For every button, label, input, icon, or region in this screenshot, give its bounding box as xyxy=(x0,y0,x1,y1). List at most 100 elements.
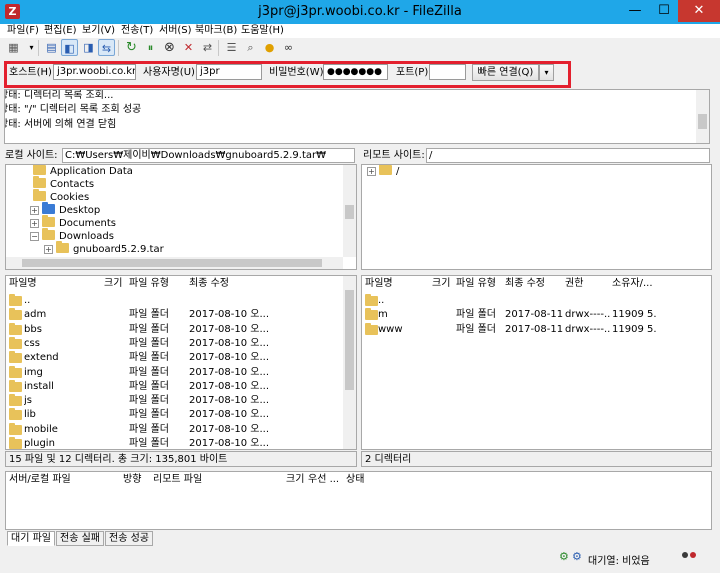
cell-modified: 2017-08-11... xyxy=(505,323,563,335)
remote-path-input[interactable]: / xyxy=(426,148,710,163)
file-row[interactable]: adm 파일 폴더 2017-08-10 오... xyxy=(6,308,356,322)
file-row[interactable]: extend 파일 폴더 2017-08-10 오... xyxy=(6,351,356,365)
column-header-modified[interactable]: 최종 수정 xyxy=(505,276,545,292)
local-list-vscrollbar[interactable] xyxy=(343,276,356,449)
file-row[interactable]: .. xyxy=(362,294,711,308)
toggle-log-icon[interactable]: ▤ xyxy=(43,39,60,56)
site-manager-icon[interactable]: ▦ xyxy=(5,39,22,56)
cell-type: 파일 폴더 xyxy=(129,309,169,321)
maximize-button[interactable]: ☐ xyxy=(650,0,678,22)
disconnect-icon[interactable]: ✕ xyxy=(180,39,197,56)
quickconnect-button[interactable]: 빠른 연결(Q) xyxy=(472,64,539,81)
process-queue-icon[interactable]: ⏸ xyxy=(142,39,159,56)
file-row[interactable]: img 파일 폴더 2017-08-10 오... xyxy=(6,365,356,380)
cell-modified: 2017-08-10 오... xyxy=(189,395,270,407)
queue-column-priority[interactable]: 우선 ... xyxy=(308,472,339,488)
expand-icon[interactable]: + xyxy=(367,167,376,176)
menu-bookmarks[interactable]: 북마크(B) xyxy=(191,24,241,38)
tree-item[interactable]: Application Data xyxy=(33,165,133,178)
refresh-icon[interactable]: ↻ xyxy=(123,39,140,56)
file-row[interactable]: mobile 파일 폴더 2017-08-10 오... xyxy=(6,422,356,437)
tree-item[interactable]: − Downloads xyxy=(30,228,114,243)
log-line: 상태: 디렉터리 목록 조회... xyxy=(5,90,114,101)
tab-successful-transfers[interactable]: 전송 성공 xyxy=(105,531,153,546)
folder-icon xyxy=(9,336,22,349)
port-input[interactable] xyxy=(429,64,466,80)
folder-icon xyxy=(365,294,378,306)
file-row[interactable]: js 파일 폴더 2017-08-10 오... xyxy=(6,394,356,408)
host-input[interactable]: j3pr.woobi.co.kr xyxy=(53,64,136,80)
menu-file[interactable]: 파일(F) xyxy=(3,24,43,38)
collapse-icon[interactable]: − xyxy=(30,232,39,241)
toggle-local-tree-icon[interactable]: ◧ xyxy=(61,39,78,56)
binoculars-icon[interactable]: ∞ xyxy=(280,39,297,56)
toggle-queue-icon[interactable]: ⇆ xyxy=(98,39,115,56)
file-row[interactable]: lib 파일 폴더 2017-08-10 오... xyxy=(6,408,356,422)
column-header-filename[interactable]: 파일명 xyxy=(9,276,37,292)
menu-view[interactable]: 보기(V) xyxy=(78,24,119,38)
cell-type: 파일 폴더 xyxy=(129,380,169,392)
queue-column-file[interactable]: 서버/로컬 파일 xyxy=(9,472,71,488)
expand-icon[interactable]: + xyxy=(30,219,39,228)
minimize-button[interactable]: — xyxy=(620,0,650,22)
file-row[interactable]: .. xyxy=(6,294,356,308)
local-path-input[interactable]: C:₩Users₩제이비₩Downloads₩gnuboard5.2.9.tar… xyxy=(62,148,355,163)
cell-name: plugin xyxy=(24,438,55,449)
desktop-folder-icon xyxy=(42,202,55,214)
file-row[interactable]: www 파일 폴더 2017-08-11...drwx----...11909 5.… xyxy=(362,322,711,337)
sync-browse-icon[interactable]: ● xyxy=(261,39,278,56)
queue-column-status[interactable]: 상태 xyxy=(346,472,364,488)
menu-transfer[interactable]: 전송(T) xyxy=(117,24,157,38)
menu-help[interactable]: 도움말(H) xyxy=(237,24,288,38)
tree-item[interactable]: + / xyxy=(367,165,399,178)
folder-icon xyxy=(9,365,22,378)
folder-icon xyxy=(9,294,22,306)
file-row[interactable]: m 파일 폴더 2017-08-11...drwx----...11909 5... xyxy=(362,308,711,322)
column-header-type[interactable]: 파일 유형 xyxy=(456,276,496,292)
file-row[interactable]: install 파일 폴더 2017-08-10 오... xyxy=(6,379,356,394)
column-header-owner[interactable]: 소유자/... xyxy=(612,276,653,292)
expand-icon[interactable]: + xyxy=(44,245,53,254)
menu-server[interactable]: 서버(S) xyxy=(155,24,196,38)
file-row[interactable]: css 파일 폴더 2017-08-10 오... xyxy=(6,336,356,351)
network-icon: ⚙ xyxy=(572,550,582,563)
port-label: 포트(P): xyxy=(396,67,432,78)
password-input[interactable]: ●●●●●●● xyxy=(323,64,388,80)
close-button[interactable]: ✕ xyxy=(678,0,720,22)
file-row[interactable]: plugin 파일 폴더 2017-08-10 오... xyxy=(6,437,356,449)
folder-icon xyxy=(365,308,378,321)
tree-item[interactable]: Contacts xyxy=(33,176,94,191)
user-input[interactable]: j3pr xyxy=(196,64,262,80)
quickconnect-dropdown-button[interactable]: ▾ xyxy=(539,64,554,81)
expand-icon[interactable]: + xyxy=(30,206,39,215)
password-label: 비밀번호(W): xyxy=(269,67,327,78)
column-header-size[interactable]: 크기 xyxy=(104,276,122,292)
queue-column-size[interactable]: 크기 xyxy=(286,472,304,488)
search-icon[interactable]: ⌕ xyxy=(242,39,259,56)
cell-type: 파일 폴더 xyxy=(129,409,169,421)
toggle-remote-tree-icon[interactable]: ◨ xyxy=(80,39,97,56)
folder-icon xyxy=(9,408,22,421)
column-header-modified[interactable]: 최종 수정 xyxy=(189,276,229,292)
reconnect-icon[interactable]: ⇄ xyxy=(199,39,216,56)
tab-failed-transfers[interactable]: 전송 실패 xyxy=(56,531,104,546)
local-tree-hscrollbar[interactable] xyxy=(6,257,343,269)
tree-item-selected[interactable]: + gnuboard5.2.9.tar xyxy=(44,241,164,256)
tree-item[interactable]: + Desktop xyxy=(30,202,100,217)
queue-column-direction[interactable]: 방향 xyxy=(123,472,141,488)
tab-queued-files[interactable]: 대기 파일 xyxy=(7,531,55,546)
menu-edit[interactable]: 편집(E) xyxy=(40,24,81,38)
column-header-filename[interactable]: 파일명 xyxy=(365,276,393,292)
column-header-permissions[interactable]: 권한 xyxy=(565,276,583,292)
file-row[interactable]: bbs 파일 폴더 2017-08-10 오... xyxy=(6,322,356,337)
cell-name: mobile xyxy=(24,423,58,435)
cancel-icon[interactable]: ⊗ xyxy=(161,39,178,56)
column-header-type[interactable]: 파일 유형 xyxy=(129,276,169,292)
cell-type: 파일 폴더 xyxy=(129,366,169,378)
queue-status-text: 대기열: 비었음 xyxy=(588,556,650,567)
local-tree-vscrollbar[interactable] xyxy=(343,165,356,257)
log-scrollbar[interactable] xyxy=(696,90,709,143)
queue-column-remote-file[interactable]: 리모트 파일 xyxy=(153,472,202,488)
filter-icon[interactable]: ☰ xyxy=(223,39,240,56)
column-header-size[interactable]: 크기 xyxy=(432,276,450,292)
